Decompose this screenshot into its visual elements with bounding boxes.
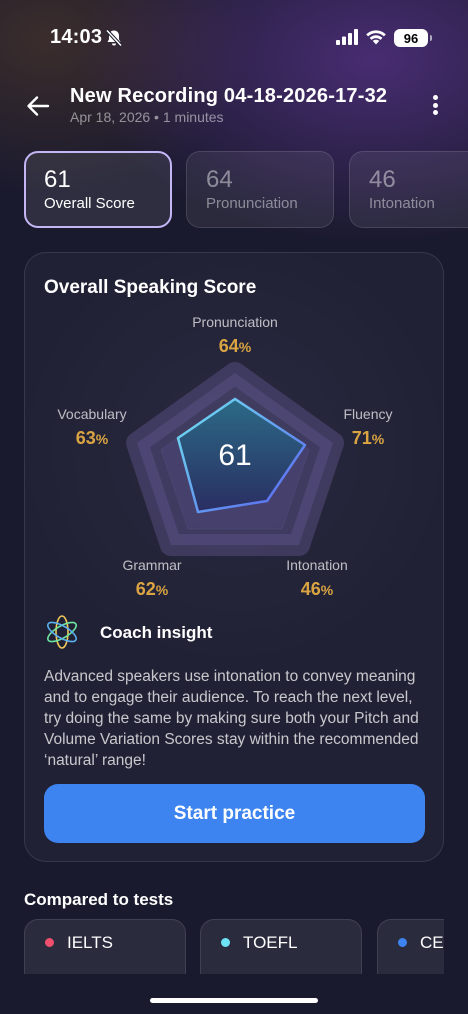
metric-label: Vocabulary bbox=[57, 406, 127, 422]
insight-title: Coach insight bbox=[100, 623, 213, 642]
cefr-dot-icon bbox=[398, 938, 407, 947]
overall-score-value: 61 bbox=[218, 439, 252, 472]
status-bar: 14:03 96 bbox=[0, 0, 468, 76]
start-practice-button[interactable]: Start practice bbox=[44, 784, 425, 843]
bell-off-icon bbox=[105, 29, 123, 47]
test-label: CEFR bbox=[420, 933, 444, 952]
score-tabs: 61 Overall Score 64 Pronunciation 46 Int… bbox=[24, 151, 468, 229]
metric-value: 62% bbox=[135, 579, 169, 599]
metric-value: 64% bbox=[218, 336, 252, 356]
tab-overall-score[interactable]: 61 Overall Score bbox=[24, 151, 172, 228]
battery-indicator: 96 bbox=[394, 29, 432, 47]
tab-pronunciation[interactable]: 64 Pronunciation bbox=[186, 151, 334, 228]
status-time: 14:03 bbox=[50, 26, 103, 48]
metric-label: Fluency bbox=[343, 406, 393, 422]
tab-label: Pronunciation bbox=[206, 195, 298, 212]
tab-label: Overall Score bbox=[44, 195, 135, 212]
more-options-icon[interactable] bbox=[424, 92, 446, 118]
tab-intonation[interactable]: 46 Intonation bbox=[349, 151, 468, 228]
recording-subtitle: Apr 18, 2026 • 1 minutes bbox=[70, 109, 224, 125]
test-label: TOEFL bbox=[243, 933, 298, 952]
test-card-cefr[interactable]: CEFR bbox=[377, 919, 444, 974]
metric-label: Pronunciation bbox=[192, 314, 278, 330]
test-card-ielts[interactable]: IELTS bbox=[24, 919, 186, 974]
metric-value: 63% bbox=[75, 428, 109, 448]
metric-vocabulary: Vocabulary 63% bbox=[32, 406, 152, 449]
coach-sparkle-icon bbox=[47, 615, 77, 649]
metric-grammar: Grammar 62% bbox=[92, 557, 212, 600]
wifi-icon bbox=[366, 30, 386, 45]
ielts-dot-icon bbox=[45, 938, 54, 947]
tab-score: 61 bbox=[44, 166, 71, 193]
test-card-toefl[interactable]: TOEFL bbox=[200, 919, 362, 974]
metric-pronunciation: Pronunciation 64% bbox=[175, 314, 295, 357]
insight-text: Advanced speakers use intonation to conv… bbox=[44, 668, 419, 769]
compared-title: Compared to tests bbox=[24, 890, 174, 909]
metric-value: 71% bbox=[351, 428, 385, 448]
test-label: IELTS bbox=[67, 933, 113, 952]
metric-fluency: Fluency 71% bbox=[308, 406, 428, 449]
metric-label: Grammar bbox=[122, 557, 182, 573]
home-indicator[interactable] bbox=[150, 998, 318, 1003]
toefl-dot-icon bbox=[221, 938, 230, 947]
back-arrow-icon[interactable] bbox=[24, 92, 52, 120]
tab-label: Intonation bbox=[369, 195, 435, 212]
test-cards: IELTS TOEFL CEFR bbox=[24, 919, 444, 974]
tab-score: 46 bbox=[369, 166, 396, 193]
metric-label: Intonation bbox=[286, 557, 348, 573]
metric-intonation: Intonation 46% bbox=[257, 557, 377, 600]
tab-score: 64 bbox=[206, 166, 233, 193]
speaking-score-card: Overall Speaking Score 61 Pronunciation … bbox=[24, 252, 444, 862]
metric-value: 46% bbox=[300, 579, 334, 599]
recording-title: New Recording 04-18-2026-17-32 bbox=[70, 85, 388, 107]
cellular-signal-icon bbox=[336, 29, 358, 45]
